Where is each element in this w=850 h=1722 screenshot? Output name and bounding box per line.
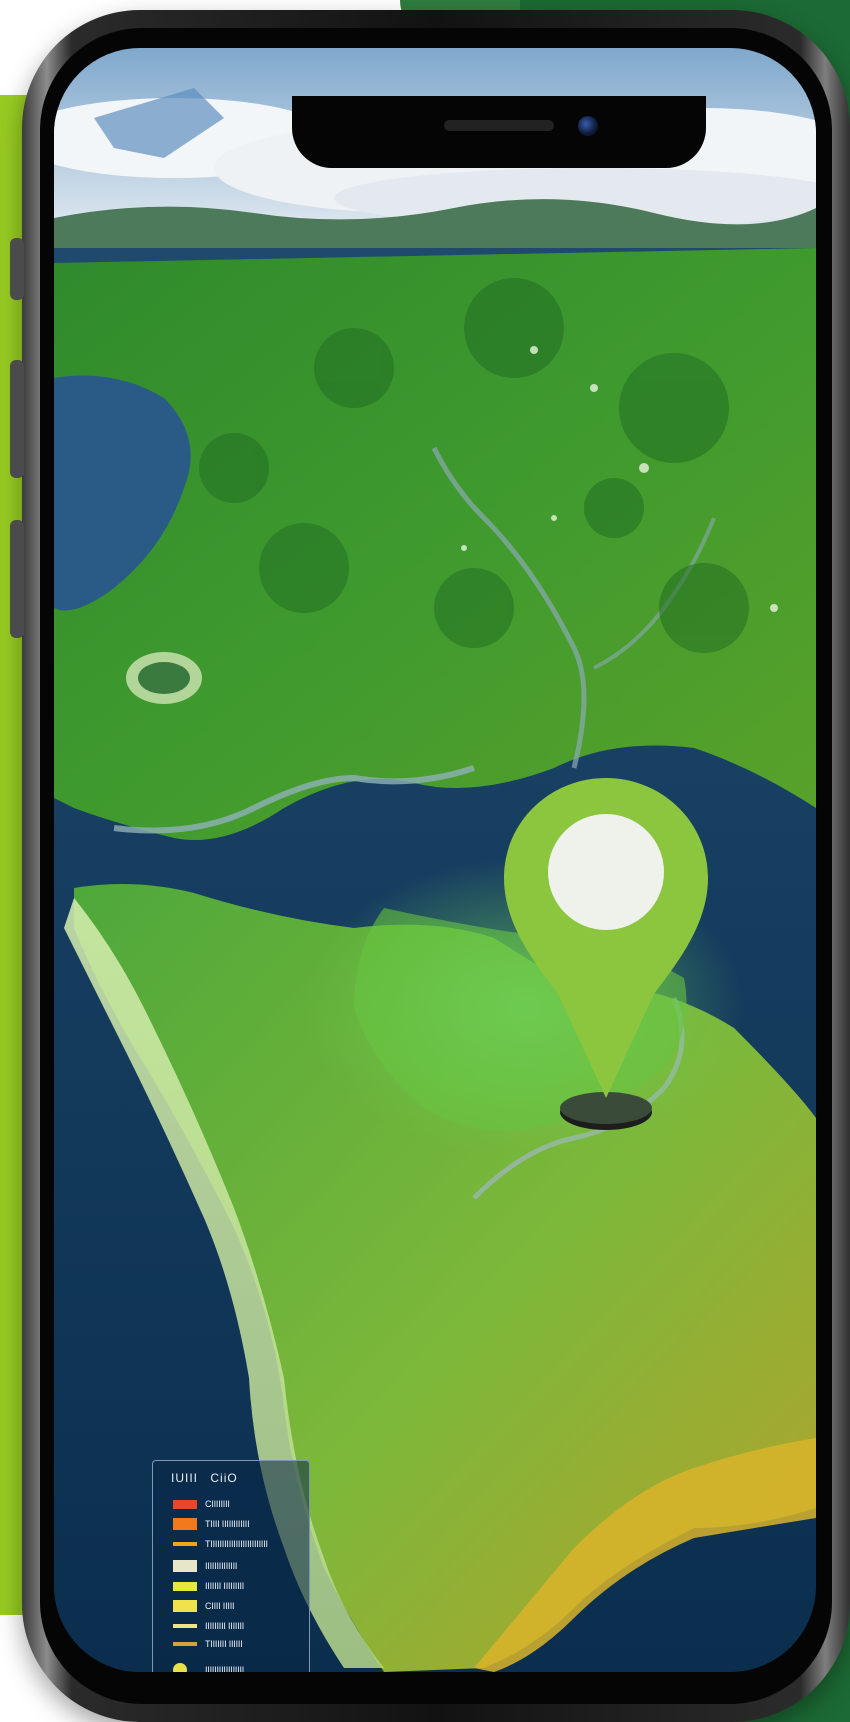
legend-item: TIIIIIII IIIIII xyxy=(173,1637,243,1651)
map-legend: IUIII CiiO CIIIIIIII TIIII IIIIIIIIIIII TI… xyxy=(152,1460,310,1672)
legend-item: TIIII IIIIIIIIIIII xyxy=(173,1517,250,1531)
legend-swatch xyxy=(173,1499,197,1509)
front-camera-icon xyxy=(578,116,598,136)
legend-swatch xyxy=(173,1581,197,1591)
legend-title: IUIII CiiO xyxy=(171,1471,246,1485)
legend-swatch xyxy=(173,1560,197,1572)
legend-item-label: IIIIIIIIIIIIIIIII xyxy=(205,1665,245,1672)
legend-item: TIIIIIIIIIIIIIIIIIIIIIIIII xyxy=(173,1537,268,1551)
legend-swatch xyxy=(173,1642,197,1646)
phone-notch xyxy=(292,96,706,168)
legend-item: IIIIIIIIIIIIIIIII xyxy=(173,1663,244,1672)
legend-item-label: TIIIIIIIIIIIIIIIIIIIIIIIII xyxy=(205,1539,268,1549)
legend-swatch xyxy=(173,1624,197,1628)
legend-item: IIIIIIIIIIIIII xyxy=(173,1559,237,1573)
legend-swatch xyxy=(173,1542,197,1546)
phone-screen[interactable]: IUIII CiiO CIIIIIIII TIIII IIIIIIIIIIII TI… xyxy=(54,48,816,1672)
legend-item-label: IIIIIIIIIIIIII xyxy=(205,1561,238,1571)
phone-volume-down-button xyxy=(10,520,24,638)
phone-volume-up-button xyxy=(10,360,24,478)
phone-mute-switch xyxy=(10,238,24,300)
legend-item: CIIII IIIII xyxy=(173,1599,235,1613)
legend-item: IIIIIIIII IIIIIII xyxy=(173,1619,244,1633)
legend-item: IIIIIII IIIIIIIII xyxy=(173,1579,244,1593)
legend-item-label: CIIII IIIII xyxy=(205,1601,235,1611)
location-pin-icon[interactable] xyxy=(498,776,714,1146)
legend-item-label: IIIIIIIII IIIIIII xyxy=(205,1621,245,1631)
legend-item-label: CIIIIIIII xyxy=(205,1499,230,1509)
legend-item-label: TIIIIIII IIIIII xyxy=(205,1639,243,1649)
legend-swatch xyxy=(173,1518,197,1530)
legend-item-label: IIIIIII IIIIIIIII xyxy=(205,1581,245,1591)
legend-item: CIIIIIIII xyxy=(173,1497,230,1511)
legend-swatch xyxy=(173,1663,187,1672)
legend-title-right: CiiO xyxy=(210,1471,238,1485)
legend-item-label: TIIII IIIIIIIIIIII xyxy=(205,1519,250,1529)
legend-title-left: IUIII xyxy=(171,1471,199,1485)
speaker-grille xyxy=(444,120,554,131)
legend-swatch xyxy=(173,1600,197,1612)
